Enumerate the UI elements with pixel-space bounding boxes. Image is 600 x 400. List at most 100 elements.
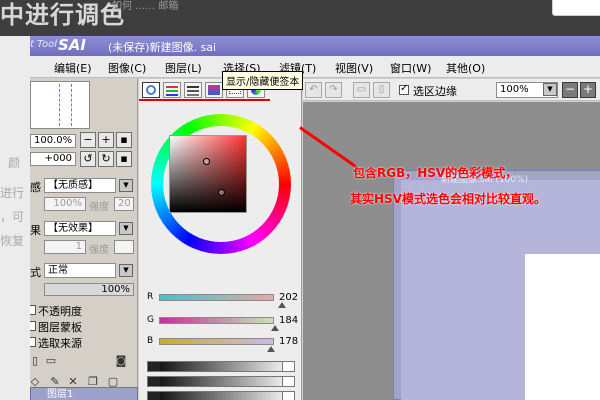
mixer-mode-button[interactable] [205,82,223,98]
selection-source-label: 选取来源 [38,337,82,350]
effect-value-field[interactable]: 1 [44,240,86,254]
hsv-slider-mode-button[interactable] [184,82,202,98]
background-page-title: 中进行调色 [0,1,125,29]
scratchpad-tooltip: 显示/隐藏便签本 [222,71,304,90]
effect-dropdown[interactable]: 【无效果】 [44,221,116,236]
navigator-thumbnail[interactable] [30,81,90,129]
chevron-down-icon[interactable]: ▼ [119,222,133,235]
rotate-left-button[interactable]: ↺ [80,151,96,167]
opacity-slider[interactable]: 100% [44,283,134,296]
effect-strength-field[interactable] [114,240,134,254]
check-icon: ✓ [400,83,409,94]
menu-layer[interactable]: 图层(L) [165,60,202,76]
texture-dropdown[interactable]: 【无质感】 [44,178,116,193]
rotate-right-button[interactable]: ↻ [98,151,114,167]
layer-mask-icon[interactable]: ◙ [114,354,128,368]
chevron-down-icon[interactable]: ▼ [543,83,557,96]
menu-edit[interactable]: 编辑(E) [54,60,92,76]
color-panel: R 202 G 184 B 178 [139,79,302,400]
mixer-icon [208,85,220,95]
clipping-group-label: 图层蒙板 [38,321,82,334]
grayscale-bar[interactable] [147,376,295,387]
annotation-underline [139,99,270,101]
title-bar[interactable]: t Tool SAI (未保存)新建图像. sai [30,36,600,56]
selection-source-checkbox[interactable] [30,337,36,347]
menu-bar: 编辑(E) 图像(C) 图层(L) 选择(S) 滤镜(T) 视图(V) 窗口(W… [30,56,600,78]
green-label: G [147,315,154,325]
layer-row[interactable]: 图层1 [30,387,138,400]
clipping-group-checkbox[interactable] [30,321,36,331]
menu-window[interactable]: 窗口(W) [390,60,431,76]
red-slider[interactable] [159,294,274,301]
annotation-text-line-1: 包含RGB，HSV的色彩模式， [353,166,518,180]
saturation-value-square[interactable] [169,135,247,213]
effect-strength-label: 强度 [89,245,109,256]
selection-edge-label: 选区边缘 [413,85,457,98]
menu-other[interactable]: 其他(O) [446,60,485,76]
invert-selection-button[interactable]: ▯ [373,82,390,98]
rgb-slider-icon [166,86,178,88]
preserve-opacity-label: 不透明度 [38,305,82,318]
zoom-level-field[interactable]: 100.0% [30,134,76,148]
background-text: 恢复 [0,234,25,248]
color-wheel-icon [146,85,156,95]
navigator-guide-line [59,84,60,126]
canvas-toolbar: ↶ ↷ ▭ ▯ ✓ 选区边缘 100% ▼ − + [303,79,600,101]
zoom-in-button[interactable]: + [580,82,596,98]
background-page-button[interactable] [552,0,600,16]
canvas-area[interactable]: 新建图像.sai (100%) [303,102,600,400]
zoom-out-button[interactable]: − [562,82,578,98]
grayscale-bar[interactable] [147,361,295,372]
preserve-opacity-checkbox[interactable] [30,305,36,315]
new-layer-icon[interactable]: ▯ [30,354,42,368]
texture-strength-field[interactable]: 20 [114,197,134,211]
blue-slider-thumb[interactable] [267,346,275,352]
zoom-reset-button[interactable]: ▪ [116,132,132,148]
navigator-guide-line [71,84,72,126]
app-logo: SAI [58,36,86,54]
hue-marker[interactable] [203,158,210,165]
zoom-in-button[interactable]: + [98,132,114,148]
hsv-slider-icon [187,86,199,88]
rotation-field[interactable]: +000 [30,152,76,166]
background-text: 颜 [8,156,21,170]
blue-value[interactable]: 178 [279,336,298,347]
undo-button[interactable]: ↶ [305,82,322,98]
green-value[interactable]: 184 [279,315,298,326]
selection-edge-checkbox[interactable]: ✓ [399,83,409,95]
texture-percent-field[interactable]: 100% [44,197,86,211]
background-text: 进行 [0,186,25,200]
layer-name: 图层1 [47,389,74,400]
deselect-button[interactable]: ▭ [353,82,370,98]
effect-label: 果 [30,224,41,237]
canvas-sheet[interactable] [525,254,600,400]
green-slider-thumb[interactable] [271,325,279,331]
folder-icon[interactable]: ▭ [44,354,58,368]
color-wheel-mode-button[interactable] [142,82,160,98]
blend-mode-label: 式 [30,266,41,279]
chevron-down-icon[interactable]: ▼ [119,264,133,277]
rotate-reset-button[interactable]: ▪ [116,151,132,167]
red-value[interactable]: 202 [279,292,298,303]
blend-mode-dropdown[interactable]: 正常 [44,263,116,278]
sai-window: t Tool SAI (未保存)新建图像. sai 编辑(E) 图像(C) 图层… [30,36,600,400]
rgb-slider-mode-button[interactable] [163,82,181,98]
background-page-left-column: 颜 进行 ，可 恢复 [0,36,30,400]
menu-image[interactable]: 图像(C) [108,60,146,76]
blue-slider[interactable] [159,338,274,345]
menu-view[interactable]: 视图(V) [335,60,373,76]
background-text: ，可 [0,210,25,224]
sv-marker[interactable] [218,189,225,196]
red-label: R [147,292,154,302]
background-page-meta: 如何 …… 邮箱 [112,1,179,12]
redo-button[interactable]: ↷ [325,82,342,98]
window-title: (未保存)新建图像. sai [108,41,217,54]
chevron-down-icon[interactable]: ▼ [119,179,133,192]
zoom-out-button[interactable]: − [80,132,96,148]
background-page-header: 中进行调色 如何 …… 邮箱 [0,0,600,36]
navigator-panel: 100.0% − + ▪ +000 ↺ ↻ ▪ 感 【无质感】 ▼ 100% 强… [30,79,138,400]
app-logo-subtitle: t Tool [30,39,57,50]
green-slider[interactable] [159,317,274,324]
texture-label: 感 [30,181,41,194]
grayscale-bar[interactable] [147,391,295,400]
